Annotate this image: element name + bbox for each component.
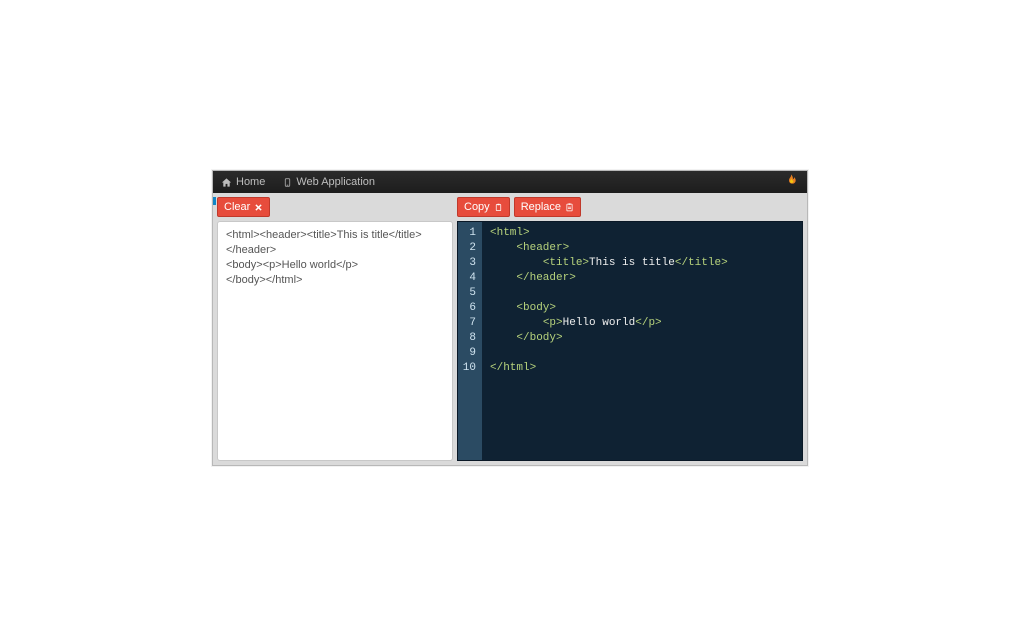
mobile-icon <box>283 177 292 188</box>
line-number: 10 <box>462 361 476 376</box>
copy-button-label: Copy <box>464 200 490 214</box>
input-toolbar: Clear <box>217 197 453 217</box>
replace-button-label: Replace <box>521 200 561 214</box>
nav-home-label: Home <box>236 176 265 188</box>
close-icon <box>254 203 263 212</box>
line-number: 4 <box>462 271 476 286</box>
nav-webapp[interactable]: Web Application <box>283 176 375 188</box>
accent-strip <box>213 197 216 205</box>
flame-icon[interactable] <box>783 173 799 192</box>
clear-button[interactable]: Clear <box>217 197 270 217</box>
code-line: <html> <box>490 226 728 241</box>
home-icon <box>221 177 232 188</box>
code-line <box>490 346 728 361</box>
replace-button[interactable]: Replace <box>514 197 581 217</box>
navbar: Home Web Application <box>213 171 807 193</box>
line-number: 6 <box>462 301 476 316</box>
line-number: 9 <box>462 346 476 361</box>
line-number: 1 <box>462 226 476 241</box>
input-pane: Clear <html><header><title>This is title… <box>217 197 453 461</box>
code-line: </header> <box>490 271 728 286</box>
code-line: <body> <box>490 301 728 316</box>
nav-webapp-label: Web Application <box>296 176 375 188</box>
code-line: <header> <box>490 241 728 256</box>
clear-button-label: Clear <box>224 200 250 214</box>
paste-icon <box>565 203 574 212</box>
app-window: Home Web Application Clear <ht <box>212 170 808 466</box>
code-line: <title>This is title</title> <box>490 256 728 271</box>
code-content: <html> <header> <title>This is title</ti… <box>482 222 736 460</box>
clipboard-icon <box>494 203 503 212</box>
main-area: Clear <html><header><title>This is title… <box>213 193 807 465</box>
code-line: <p>Hello world</p> <box>490 316 728 331</box>
line-number: 5 <box>462 286 476 301</box>
line-number: 2 <box>462 241 476 256</box>
code-editor[interactable]: 12345678910 <html> <header> <title>This … <box>457 221 803 461</box>
line-number: 8 <box>462 331 476 346</box>
line-number: 3 <box>462 256 476 271</box>
html-input[interactable]: <html><header><title>This is title</titl… <box>217 221 453 461</box>
output-pane: Copy Replace 12345678910 <html> <header>… <box>457 197 803 461</box>
code-line: </body> <box>490 331 728 346</box>
code-line <box>490 286 728 301</box>
code-line: </html> <box>490 361 728 376</box>
line-gutter: 12345678910 <box>458 222 482 460</box>
output-toolbar: Copy Replace <box>457 197 803 217</box>
line-number: 7 <box>462 316 476 331</box>
nav-home[interactable]: Home <box>221 176 265 188</box>
copy-button[interactable]: Copy <box>457 197 510 217</box>
